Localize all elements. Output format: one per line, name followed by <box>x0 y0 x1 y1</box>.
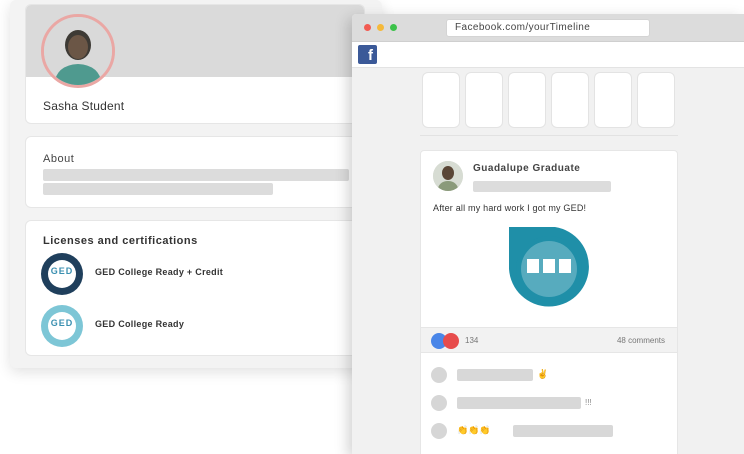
profile-header-card: Sasha Student <box>25 4 365 124</box>
licenses-card: Licenses and certifications GED GED Coll… <box>25 220 365 356</box>
post-author-name[interactable]: Guadalupe Graduate <box>473 163 580 174</box>
timeline-post: Guadalupe Graduate After all my hard wor… <box>420 150 678 454</box>
comment-count[interactable]: 48 comments <box>617 336 665 345</box>
minimize-window-button[interactable] <box>377 24 384 31</box>
divider <box>420 135 678 136</box>
ged-badge-icon: GED <box>41 253 83 295</box>
maximize-window-button[interactable] <box>390 24 397 31</box>
comment-avatar <box>431 367 447 383</box>
person-icon <box>44 17 112 85</box>
comment-placeholder <box>457 369 533 381</box>
comment-emoji: ✌ <box>537 369 549 379</box>
about-text-placeholder <box>43 169 349 181</box>
about-card: About <box>25 136 365 208</box>
post-text: After all my hard work I got my GED! <box>433 203 587 213</box>
comment-emoji: 👏👏👏 <box>457 425 491 435</box>
love-icon[interactable] <box>443 333 459 349</box>
post-meta-placeholder <box>473 181 611 192</box>
facebook-logo-icon[interactable]: f <box>358 45 377 64</box>
photo-thumbnail[interactable] <box>508 72 546 128</box>
photo-thumbnail[interactable] <box>465 72 503 128</box>
comment-placeholder <box>457 397 581 409</box>
comment-avatar <box>431 423 447 439</box>
photo-thumbnail[interactable] <box>594 72 632 128</box>
profile-name: Sasha Student <box>43 99 125 113</box>
profile-panel: Sasha Student About Licenses and certifi… <box>10 0 382 368</box>
reaction-bar: 134 48 comments <box>421 327 677 353</box>
ged-badge-icon: GED <box>41 305 83 347</box>
facebook-navbar: f <box>352 42 744 68</box>
photo-thumbnail[interactable] <box>422 72 460 128</box>
browser-window: Facebook.com/yourTimeline f Guadalupe Gr… <box>352 14 744 454</box>
close-window-button[interactable] <box>364 24 371 31</box>
person-icon <box>433 161 463 191</box>
browser-titlebar: Facebook.com/yourTimeline <box>352 14 744 42</box>
photo-thumbnail[interactable] <box>551 72 589 128</box>
ged-badge-icon <box>503 223 593 313</box>
license-item[interactable]: GED GED College Ready + Credit <box>41 253 341 297</box>
license-item[interactable]: GED GED College Ready <box>41 305 341 349</box>
license-label: GED College Ready + Credit <box>95 267 224 277</box>
license-label: GED College Ready <box>95 319 185 329</box>
photo-thumbnail[interactable] <box>637 72 675 128</box>
about-heading: About <box>43 153 75 165</box>
licenses-heading: Licenses and certifications <box>43 235 198 247</box>
reaction-count[interactable]: 134 <box>465 336 478 345</box>
comment-placeholder <box>513 425 613 437</box>
avatar[interactable] <box>41 14 115 88</box>
address-bar[interactable]: Facebook.com/yourTimeline <box>446 19 650 37</box>
about-text-placeholder <box>43 183 273 195</box>
author-avatar[interactable] <box>433 161 463 191</box>
comment-avatar <box>431 395 447 411</box>
comment-emoji: !!! <box>585 398 592 407</box>
